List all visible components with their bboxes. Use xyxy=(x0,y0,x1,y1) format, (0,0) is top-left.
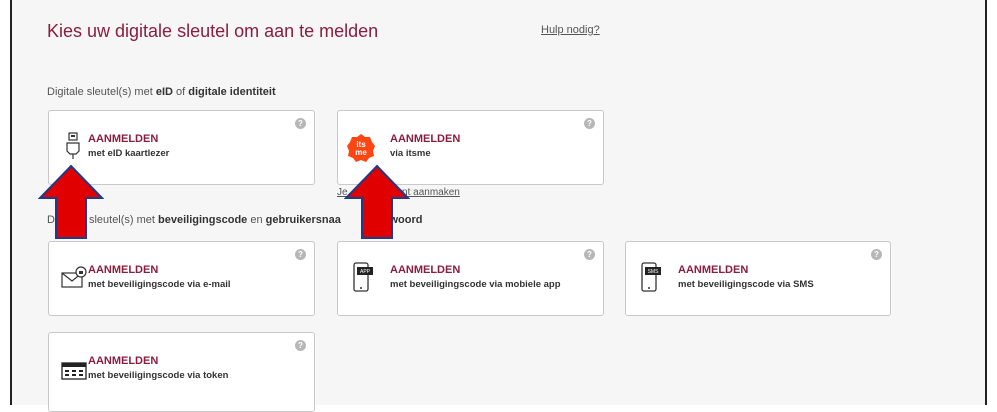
itsme-icon: its me xyxy=(347,134,375,162)
card-title: AANMELDEN xyxy=(678,264,749,276)
sms-code-card[interactable]: ? SMS AANMELDEN met beveiligingscode via… xyxy=(625,241,891,316)
svg-text:APP: APP xyxy=(360,269,371,275)
card-title: AANMELDEN xyxy=(88,355,159,367)
help-icon[interactable]: ? xyxy=(584,249,595,260)
arrow-annotation-left xyxy=(38,164,104,239)
help-icon[interactable]: ? xyxy=(584,118,595,129)
email-code-card[interactable]: ? AANMELDEN met beveiligingscode via e-m… xyxy=(48,241,315,316)
help-icon[interactable]: ? xyxy=(295,118,306,129)
token-code-card[interactable]: ? AANMELDEN met beveiligingscode via tok… xyxy=(48,332,315,412)
card-reader-icon xyxy=(66,132,80,159)
help-icon[interactable]: ? xyxy=(295,249,306,260)
page-title: Kies uw digitale sleutel om aan te melde… xyxy=(47,21,379,41)
card-subtitle: met beveiligingscode via mobiele app xyxy=(390,279,561,290)
card-title: AANMELDEN xyxy=(88,264,159,276)
card-subtitle: met beveiligingscode via SMS xyxy=(678,279,814,290)
card-title: AANMELDEN xyxy=(88,133,159,145)
help-link[interactable]: Hulp nodig? xyxy=(541,24,600,36)
help-icon[interactable]: ? xyxy=(295,340,306,351)
help-icon[interactable]: ? xyxy=(871,249,882,260)
svg-text:me: me xyxy=(355,148,367,157)
mobile-app-code-card[interactable]: ? APP AANMELDEN met beveiligingscode via… xyxy=(337,241,604,316)
card-title: AANMELDEN xyxy=(390,133,461,145)
arrow-annotation-right xyxy=(344,164,410,239)
card-subtitle: met beveiligingscode via e-mail xyxy=(88,279,231,290)
email-lock-icon xyxy=(61,266,87,288)
token-icon xyxy=(61,362,87,380)
card-subtitle: met eID kaartlezer xyxy=(88,148,170,159)
sms-icon: SMS xyxy=(641,262,661,292)
card-title: AANMELDEN xyxy=(390,264,461,276)
card-subtitle: met beveiligingscode via token xyxy=(88,370,229,381)
page: Kies uw digitale sleutel om aan te melde… xyxy=(0,0,997,412)
card-subtitle: via itsme xyxy=(390,148,431,159)
svg-text:SMS: SMS xyxy=(648,269,660,275)
mobile-app-icon: APP xyxy=(353,262,373,292)
section-heading-eid: Digitale sleutel(s) met eID of digitale … xyxy=(47,86,276,98)
